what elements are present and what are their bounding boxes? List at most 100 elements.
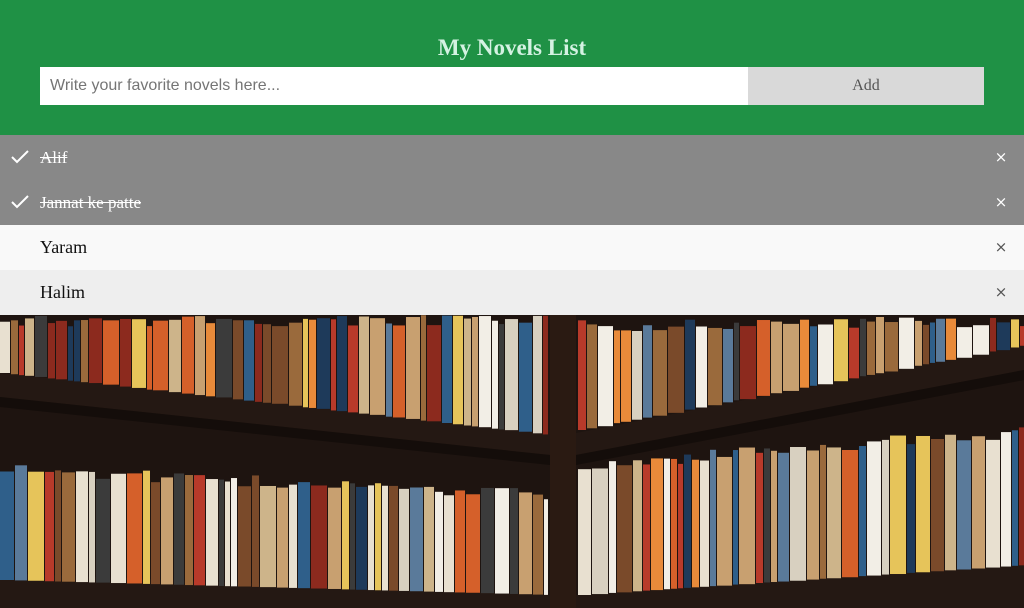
book-spine (147, 326, 152, 390)
book-spine (442, 315, 452, 424)
book-spine (907, 444, 915, 573)
list-item[interactable]: Jannat ke patte × (0, 180, 1024, 225)
book-spine (617, 465, 632, 593)
close-icon[interactable]: × (993, 135, 1009, 180)
book-spine (946, 318, 956, 360)
book-spine (915, 320, 922, 366)
book-spine (544, 499, 548, 595)
book-spine (931, 439, 944, 572)
book-spine (153, 320, 168, 391)
book-spine (621, 330, 631, 422)
book-spine (103, 320, 119, 385)
book-spine (643, 464, 650, 591)
book-spine (818, 324, 833, 385)
close-icon[interactable]: × (993, 270, 1009, 315)
book-spine (733, 450, 738, 585)
book-spine (252, 475, 259, 587)
book-spine (238, 486, 251, 587)
book-spine (337, 316, 347, 412)
book-spine (225, 481, 230, 587)
checkmark-icon (11, 150, 29, 164)
book-spine (723, 328, 733, 403)
book-spine (455, 490, 465, 593)
book-spine (311, 485, 327, 589)
book-spine (444, 495, 454, 593)
book-spine (35, 315, 47, 377)
book-spine (25, 318, 34, 376)
bookshelf-photo-icon (0, 315, 1024, 608)
book-spine (132, 319, 146, 388)
book-spine (923, 324, 929, 365)
book-spine (453, 315, 463, 425)
book-spine (289, 484, 297, 588)
book-spine (48, 323, 55, 379)
book-spine (389, 485, 398, 591)
list-item[interactable]: Yaram × (0, 225, 1024, 270)
book-spine (399, 488, 409, 591)
book-spine (255, 323, 262, 402)
book-spine (633, 460, 642, 592)
book-spine (778, 452, 789, 582)
book-spine (882, 439, 889, 575)
book-spine (1019, 427, 1024, 566)
book-spine (930, 322, 935, 363)
book-spine (382, 485, 388, 591)
book-spine (386, 323, 392, 417)
book-spine (348, 325, 358, 413)
book-spine (973, 325, 989, 355)
book-spine (578, 469, 591, 595)
book-spine (289, 322, 302, 406)
book-spine (885, 322, 898, 372)
close-icon[interactable]: × (993, 180, 1009, 225)
list-item[interactable]: Alif × (0, 135, 1024, 180)
book-spine (28, 471, 44, 581)
book-spine (771, 321, 782, 394)
book-spine (651, 458, 663, 591)
book-spine (717, 456, 732, 586)
book-spine (820, 444, 826, 579)
book-spine (277, 487, 288, 588)
book-spine (359, 316, 369, 414)
book-spine (161, 477, 173, 585)
book-spine (495, 488, 509, 594)
book-spine (317, 318, 330, 409)
book-spine (671, 458, 677, 589)
book-spine (664, 458, 670, 590)
book-spine (756, 452, 763, 584)
list-item-label: Alif (40, 148, 68, 167)
add-button[interactable]: Add (748, 67, 984, 105)
book-spine (68, 326, 73, 381)
book-spine (328, 487, 341, 589)
book-spine (219, 479, 224, 586)
book-spine (990, 317, 996, 352)
book-spine (899, 317, 914, 369)
novel-input[interactable] (40, 67, 748, 105)
book-spine (692, 459, 699, 588)
book-spine (370, 318, 385, 415)
book-spine (771, 450, 777, 583)
book-spine (89, 471, 95, 583)
book-spine (194, 475, 205, 586)
book-spine (740, 326, 756, 400)
checkmark-icon (11, 195, 29, 209)
book-spine (342, 481, 349, 590)
book-spine (708, 327, 722, 406)
book-spine (19, 325, 24, 376)
book-spine (393, 325, 405, 418)
book-spine (810, 326, 817, 386)
close-icon[interactable]: × (993, 225, 1009, 270)
book-spine (827, 447, 841, 579)
book-spine (510, 488, 518, 594)
book-spine (260, 485, 276, 588)
book-spine (216, 318, 232, 398)
book-spine (643, 325, 652, 418)
book-spine (481, 487, 494, 594)
list-item[interactable]: Halim × (0, 270, 1024, 315)
book-spine (710, 449, 716, 587)
book-spine (997, 322, 1010, 351)
book-spine (739, 447, 755, 585)
book-spine (356, 486, 367, 590)
book-spine (936, 318, 945, 362)
book-spine (807, 450, 819, 580)
book-spine (55, 470, 61, 582)
